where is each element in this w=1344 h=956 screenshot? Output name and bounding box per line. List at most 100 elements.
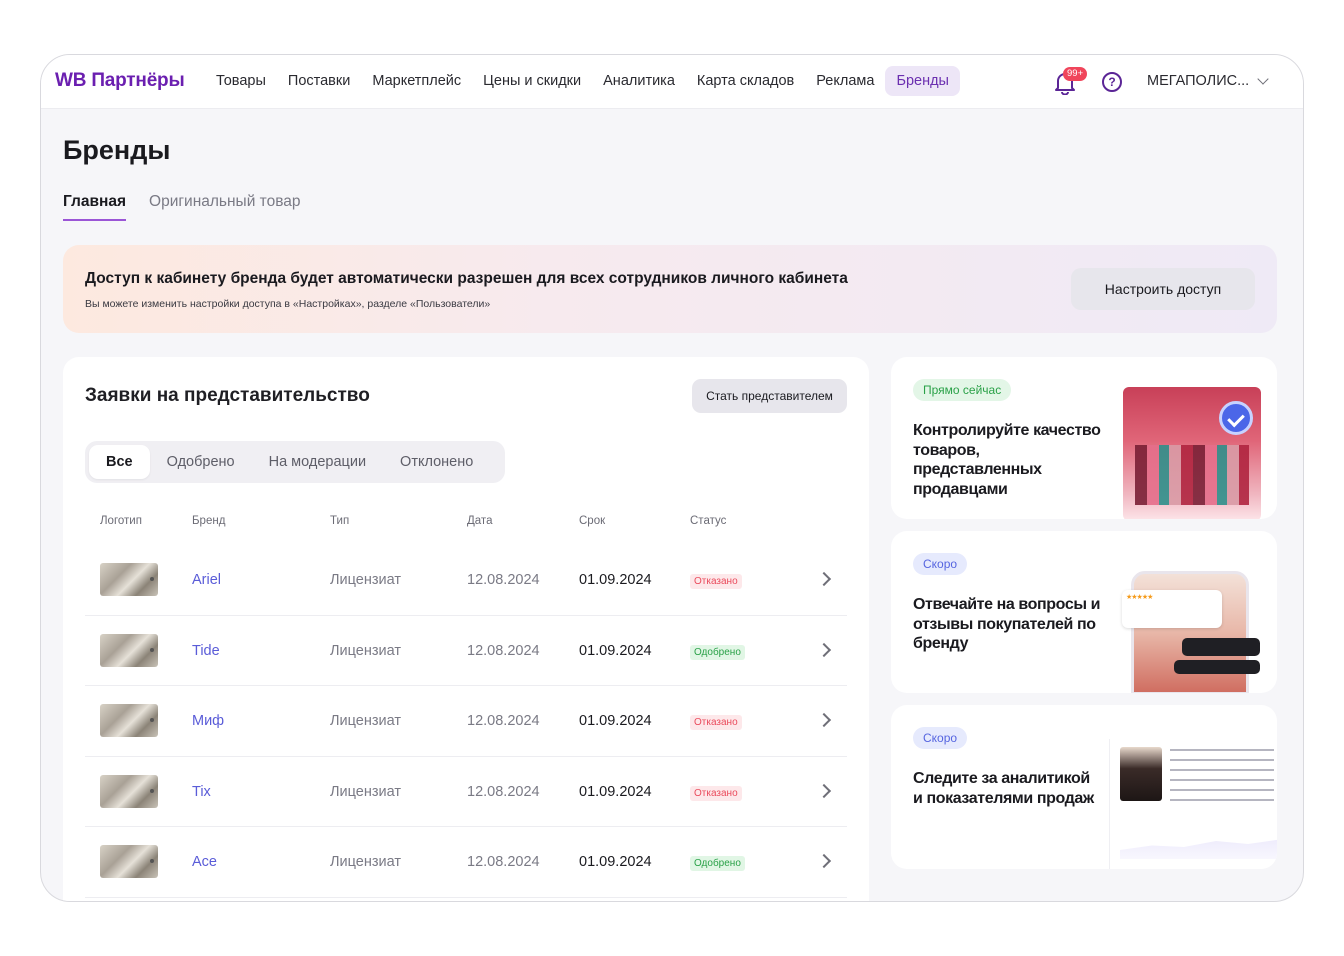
promo-tag: Скоро: [913, 553, 968, 575]
configure-access-button[interactable]: Настроить доступ: [1071, 268, 1255, 310]
term-cell: 01.09.2024: [579, 572, 652, 588]
phone-reviews-image: [1122, 571, 1260, 693]
date-cell: 12.08.2024: [467, 642, 540, 659]
promo-tag: Прямо сейчас: [913, 379, 1012, 401]
wb-partners-logo[interactable]: WB Партнёры: [55, 70, 185, 92]
chevron-right-icon[interactable]: [816, 854, 832, 869]
product-photo: [1120, 747, 1162, 801]
date-cell: 12.08.2024: [467, 854, 540, 871]
status-filter: Все Одобрено На модерации Отклонено: [85, 441, 505, 483]
main-nav: Товары Поставки Маркетплейс Цены и скидк…: [205, 65, 960, 97]
column-status: Статус: [690, 515, 727, 527]
nav-item-supplies[interactable]: Поставки: [277, 66, 361, 96]
promo-card-quality[interactable]: Прямо сейчас Контролируйте качество това…: [891, 357, 1277, 519]
requests-title: Заявки на представительство: [85, 385, 370, 406]
top-navigation: WB Партнёры Товары Поставки Маркетплейс …: [41, 55, 1303, 109]
notification-badge: 99+: [1063, 67, 1088, 81]
filter-all[interactable]: Все: [89, 445, 150, 479]
brand-logo-thumbnail: [100, 633, 158, 667]
chevron-right-icon[interactable]: [816, 783, 832, 798]
nav-item-marketplace[interactable]: Маркетплейс: [361, 66, 472, 96]
reply-bubble: [1182, 638, 1260, 656]
type-cell: Лицензиат: [330, 572, 401, 588]
banner-subtitle: Вы можете изменить настройки доступа в «…: [85, 298, 491, 310]
clothing-rack-image: [1123, 387, 1261, 519]
table-row[interactable]: Tide Лицензиат 12.08.2024 01.09.2024 Одо…: [85, 616, 847, 687]
column-date: Дата: [467, 515, 493, 527]
type-cell: Лицензиат: [330, 713, 401, 730]
tab-original-goods[interactable]: Оригинальный товар: [149, 193, 300, 221]
become-representative-button[interactable]: Стать представителем: [692, 379, 847, 413]
promo-text: Отвечайте на вопросы и отзывы покупателе…: [913, 596, 1101, 652]
brand-logo-thumbnail: [100, 704, 158, 738]
term-cell: 01.09.2024: [579, 642, 652, 659]
app-window: WB Партнёры Товары Поставки Маркетплейс …: [40, 54, 1304, 902]
price-graph: [1120, 839, 1277, 859]
promo-card-analytics[interactable]: Скоро Следите за аналитикой и показателя…: [891, 705, 1277, 869]
nav-item-goods[interactable]: Товары: [205, 66, 277, 96]
filter-rejected[interactable]: Отклонено: [383, 445, 490, 479]
chevron-down-icon: [1257, 73, 1269, 85]
column-logo: Логотип: [100, 515, 142, 527]
tab-main[interactable]: Главная: [63, 193, 127, 221]
type-cell: Лицензиат: [330, 854, 401, 871]
account-name: МЕГАПОЛИС...: [1147, 73, 1250, 89]
date-cell: 12.08.2024: [467, 783, 540, 800]
term-cell: 01.09.2024: [579, 713, 652, 730]
term-cell: 01.09.2024: [579, 854, 652, 871]
access-banner: Доступ к кабинету бренда будет автоматич…: [63, 245, 1277, 333]
term-cell: 01.09.2024: [579, 783, 652, 800]
date-cell: 12.08.2024: [467, 572, 540, 588]
help-icon[interactable]: ?: [1102, 72, 1122, 92]
column-type: Тип: [330, 515, 350, 527]
table-row[interactable]: Tix Лицензиат 12.08.2024 01.09.2024 Отка…: [85, 757, 847, 828]
promo-card-reviews[interactable]: Скоро Отвечайте на вопросы и отзывы поку…: [891, 531, 1277, 693]
filter-moderation[interactable]: На модерации: [252, 445, 383, 479]
banner-title: Доступ к кабинету бренда будет автоматич…: [85, 270, 848, 287]
table-header: Логотип Бренд Тип Дата Срок Статус: [85, 515, 847, 531]
status-badge: Отказано: [690, 715, 742, 731]
table-row[interactable]: Миф Лицензиат 12.08.2024 01.09.2024 Отка…: [85, 686, 847, 757]
chevron-right-icon[interactable]: [816, 571, 832, 587]
promo-tag: Скоро: [913, 727, 968, 749]
clothes-illustration: [1135, 445, 1249, 505]
requests-panel: Заявки на представительство Стать предст…: [63, 357, 869, 901]
type-cell: Лицензиат: [330, 783, 401, 800]
nav-item-brands[interactable]: Бренды: [885, 66, 960, 96]
column-term: Срок: [579, 515, 606, 527]
brand-link[interactable]: Ace: [192, 854, 217, 870]
reply-bubble: [1174, 660, 1260, 674]
chevron-right-icon[interactable]: [816, 713, 832, 728]
table-row[interactable]: Ace Лицензиат 12.08.2024 01.09.2024 Одоб…: [85, 827, 847, 898]
brand-link[interactable]: Tix: [192, 784, 211, 800]
nav-item-warehouse-map[interactable]: Карта складов: [686, 66, 805, 96]
page-tabs: Главная Оригинальный товар: [63, 193, 301, 221]
status-badge: Одобрено: [690, 856, 745, 872]
page-title: Бренды: [63, 135, 171, 165]
date-cell: 12.08.2024: [467, 713, 540, 730]
status-badge: Одобрено: [690, 644, 745, 660]
verified-check-icon: [1219, 401, 1253, 435]
brand-logo-thumbnail: [100, 845, 158, 879]
brand-link[interactable]: Ariel: [192, 572, 221, 588]
table-row[interactable]: Ariel Лицензиат 12.08.2024 01.09.2024 От…: [85, 545, 847, 616]
review-bubble: [1122, 590, 1222, 628]
brand-link[interactable]: Миф: [192, 713, 224, 729]
product-details-lines: [1170, 749, 1274, 809]
nav-item-prices[interactable]: Цены и скидки: [472, 66, 592, 96]
account-menu[interactable]: МЕГАПОЛИС...: [1147, 73, 1269, 89]
promo-text: Контролируйте качество товаров, представ…: [913, 422, 1101, 498]
nav-item-ads[interactable]: Реклама: [805, 66, 885, 96]
nav-item-analytics[interactable]: Аналитика: [592, 66, 686, 96]
type-cell: Лицензиат: [330, 642, 401, 659]
chevron-right-icon[interactable]: [816, 642, 832, 657]
promo-text: Следите за аналитикой и показателями про…: [913, 770, 1094, 807]
analytics-preview-image: [1109, 739, 1277, 869]
brand-logo-thumbnail: [100, 774, 158, 808]
brand-link[interactable]: Tide: [192, 643, 220, 659]
status-badge: Отказано: [690, 574, 742, 589]
status-badge: Отказано: [690, 785, 742, 801]
requests-table: Ariel Лицензиат 12.08.2024 01.09.2024 От…: [85, 545, 847, 898]
column-brand: Бренд: [192, 515, 226, 527]
filter-approved[interactable]: Одобрено: [150, 445, 252, 479]
